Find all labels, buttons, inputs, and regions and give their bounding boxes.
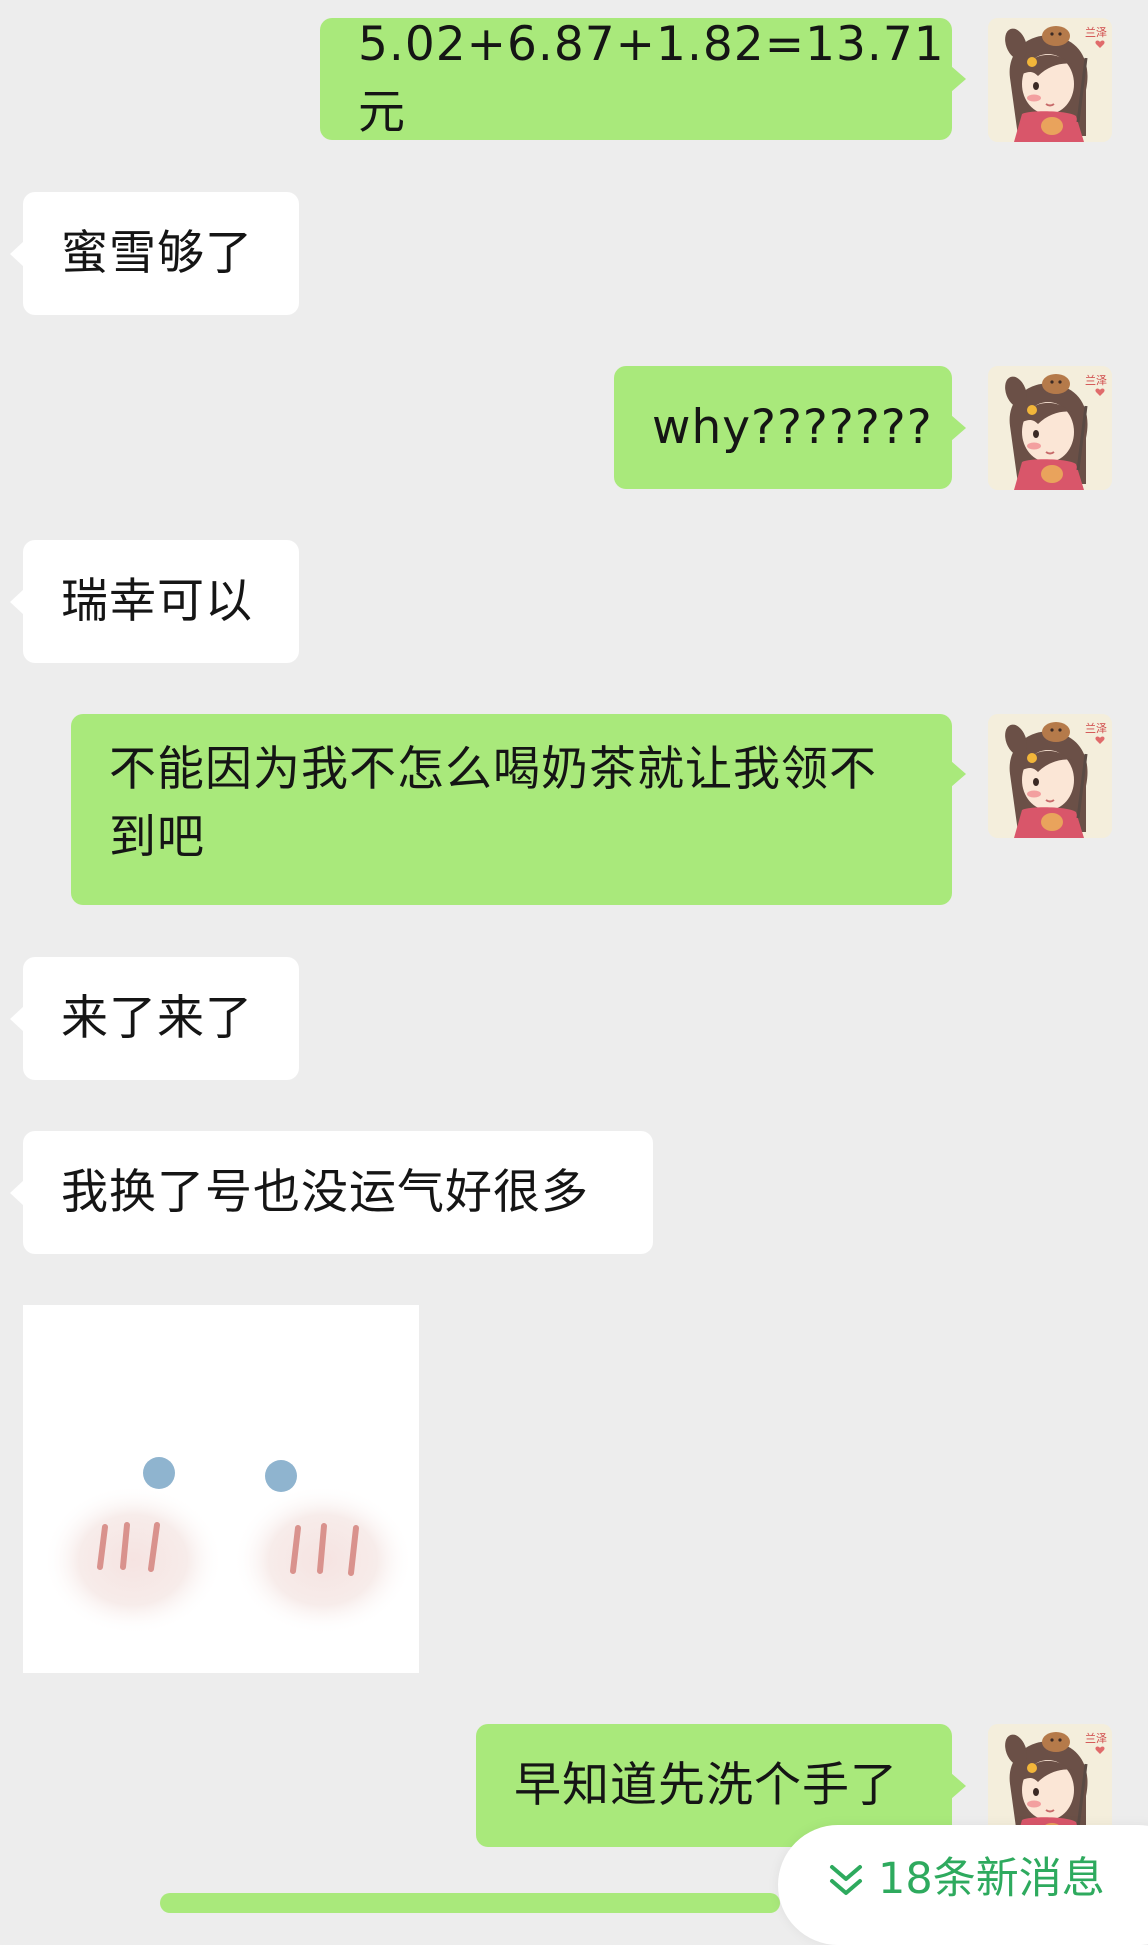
message-text: 早知道先洗个手了 <box>514 1757 898 1813</box>
incoming-message-bubble[interactable]: 我换了号也没运气好很多 <box>10 1131 653 1254</box>
message-text: why??????? <box>652 399 933 455</box>
self-avatar[interactable] <box>988 366 1112 490</box>
message-text: 蜜雪够了 <box>61 225 253 281</box>
new-messages-button[interactable]: 18条新消息 <box>778 1825 1148 1945</box>
outgoing-message-bubble[interactable]: why??????? <box>614 366 966 489</box>
message-text: 来了来了 <box>61 990 253 1046</box>
message-text: 不能因为我不怎么喝奶茶就让我领不到吧 <box>109 742 877 865</box>
double-chevron-down-icon <box>830 1865 862 1895</box>
self-avatar[interactable] <box>988 18 1112 142</box>
girl-cartoon-avatar-icon <box>988 714 1112 838</box>
incoming-message-bubble[interactable]: 来了来了 <box>10 957 299 1080</box>
blushing-face-sticker[interactable] <box>23 1305 419 1673</box>
blushing-face-icon <box>43 1457 413 1635</box>
message-text: 瑞幸可以 <box>61 573 253 629</box>
incoming-message-bubble[interactable]: 瑞幸可以 <box>10 540 299 663</box>
outgoing-message-bubble-partial[interactable] <box>160 1893 780 1913</box>
outgoing-message-bubble[interactable]: 5.02+6.87+1.82=13.71元 <box>320 17 966 140</box>
new-messages-label: 18条新消息 <box>878 1854 1105 1904</box>
chat-area[interactable]: 5.02+6.87+1.82=13.71元 蜜雪够了 why??????? 瑞幸… <box>0 0 1148 1945</box>
message-text: 我换了号也没运气好很多 <box>61 1164 589 1220</box>
outgoing-message-bubble[interactable]: 不能因为我不怎么喝奶茶就让我领不到吧 <box>71 714 966 905</box>
incoming-message-bubble[interactable]: 蜜雪够了 <box>10 192 299 315</box>
message-text: 5.02+6.87+1.82=13.71元 <box>358 17 945 140</box>
girl-cartoon-avatar-icon <box>988 366 1112 490</box>
girl-cartoon-avatar-icon <box>988 18 1112 142</box>
self-avatar[interactable] <box>988 714 1112 838</box>
